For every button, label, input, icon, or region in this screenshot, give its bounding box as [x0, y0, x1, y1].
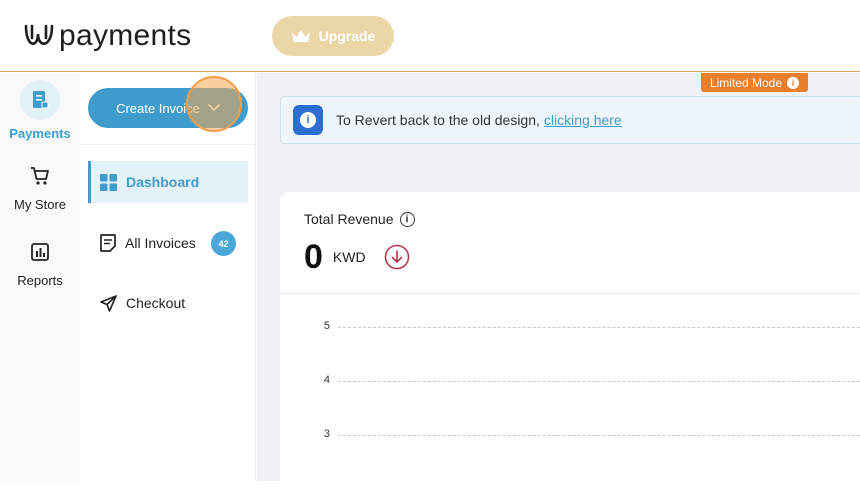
invoice-count-badge: 42: [211, 231, 236, 256]
nav-item-checkout[interactable]: Checkout: [88, 282, 248, 324]
gridline: [338, 327, 860, 328]
limited-mode-badge[interactable]: Limited Mode i: [701, 73, 808, 92]
gridline: [338, 381, 860, 382]
notice-text: To Revert back to the old design,: [336, 112, 540, 128]
secondary-nav: Create Invoice Dashboard All Invoices 42…: [80, 73, 256, 481]
info-icon: i: [787, 76, 800, 89]
rail-item-reports[interactable]: Reports: [0, 239, 80, 288]
arrow-down-circle-icon: [384, 244, 409, 270]
primary-rail: Payments My Store Reports: [0, 73, 80, 481]
revenue-card: Total Revenue i 0 KWD 5 4 3: [280, 192, 860, 492]
cart-icon: [31, 167, 49, 185]
divider: [80, 144, 256, 145]
nav-item-all-invoices[interactable]: All Invoices 42: [88, 222, 248, 264]
revenue-title-row: Total Revenue i: [304, 211, 415, 227]
divider: [280, 293, 860, 294]
rail-label: Payments: [9, 126, 71, 141]
rail-label: My Store: [13, 197, 66, 212]
nav-item-label: All Invoices: [125, 235, 196, 251]
nav-item-label: Checkout: [126, 295, 186, 311]
top-header: payments Upgrade: [0, 0, 860, 72]
send-icon: [100, 294, 117, 312]
upgrade-button[interactable]: Upgrade: [272, 16, 394, 56]
payments-icon: [33, 91, 49, 109]
gridline: [338, 435, 860, 436]
logo-mark-icon: [24, 24, 54, 45]
revenue-currency: KWD: [332, 249, 366, 265]
dashboard-icon: [100, 173, 117, 191]
reports-icon: [31, 243, 49, 261]
design-notice: i To Revert back to the old design, clic…: [280, 96, 860, 144]
revenue-amount: 0: [304, 238, 323, 276]
rail-icon-bg: [20, 80, 60, 120]
rail-icon-bg: [20, 163, 60, 189]
y-tick-label: 5: [323, 320, 330, 332]
info-icon: i: [293, 105, 323, 135]
rail-label: Reports: [17, 273, 63, 288]
y-tick-label: 3: [323, 428, 330, 440]
rail-item-my-store[interactable]: My Store: [0, 163, 80, 212]
chevron-down-icon: [208, 104, 220, 112]
rail-icon-bg: [20, 239, 60, 265]
revert-link[interactable]: clicking here: [544, 112, 622, 128]
nav-item-label: Dashboard: [126, 174, 200, 190]
create-invoice-button[interactable]: Create Invoice: [88, 88, 248, 128]
rail-item-payments[interactable]: Payments: [0, 80, 80, 141]
main-content: Limited Mode i i To Revert back to the o…: [186, 73, 860, 492]
info-icon[interactable]: i: [399, 211, 415, 227]
upgrade-label: Upgrade: [318, 28, 376, 44]
revenue-title: Total Revenue: [304, 211, 394, 227]
create-invoice-label: Create Invoice: [116, 100, 200, 116]
crown-icon: [291, 30, 310, 42]
limited-mode-label: Limited Mode: [709, 75, 783, 90]
logo[interactable]: payments: [22, 18, 191, 54]
nav-item-dashboard[interactable]: Dashboard: [88, 161, 248, 203]
y-tick-label: 4: [323, 374, 330, 386]
revenue-value-row: 0 KWD: [304, 238, 410, 276]
invoice-icon: [100, 234, 116, 252]
logo-text: payments: [59, 19, 192, 52]
